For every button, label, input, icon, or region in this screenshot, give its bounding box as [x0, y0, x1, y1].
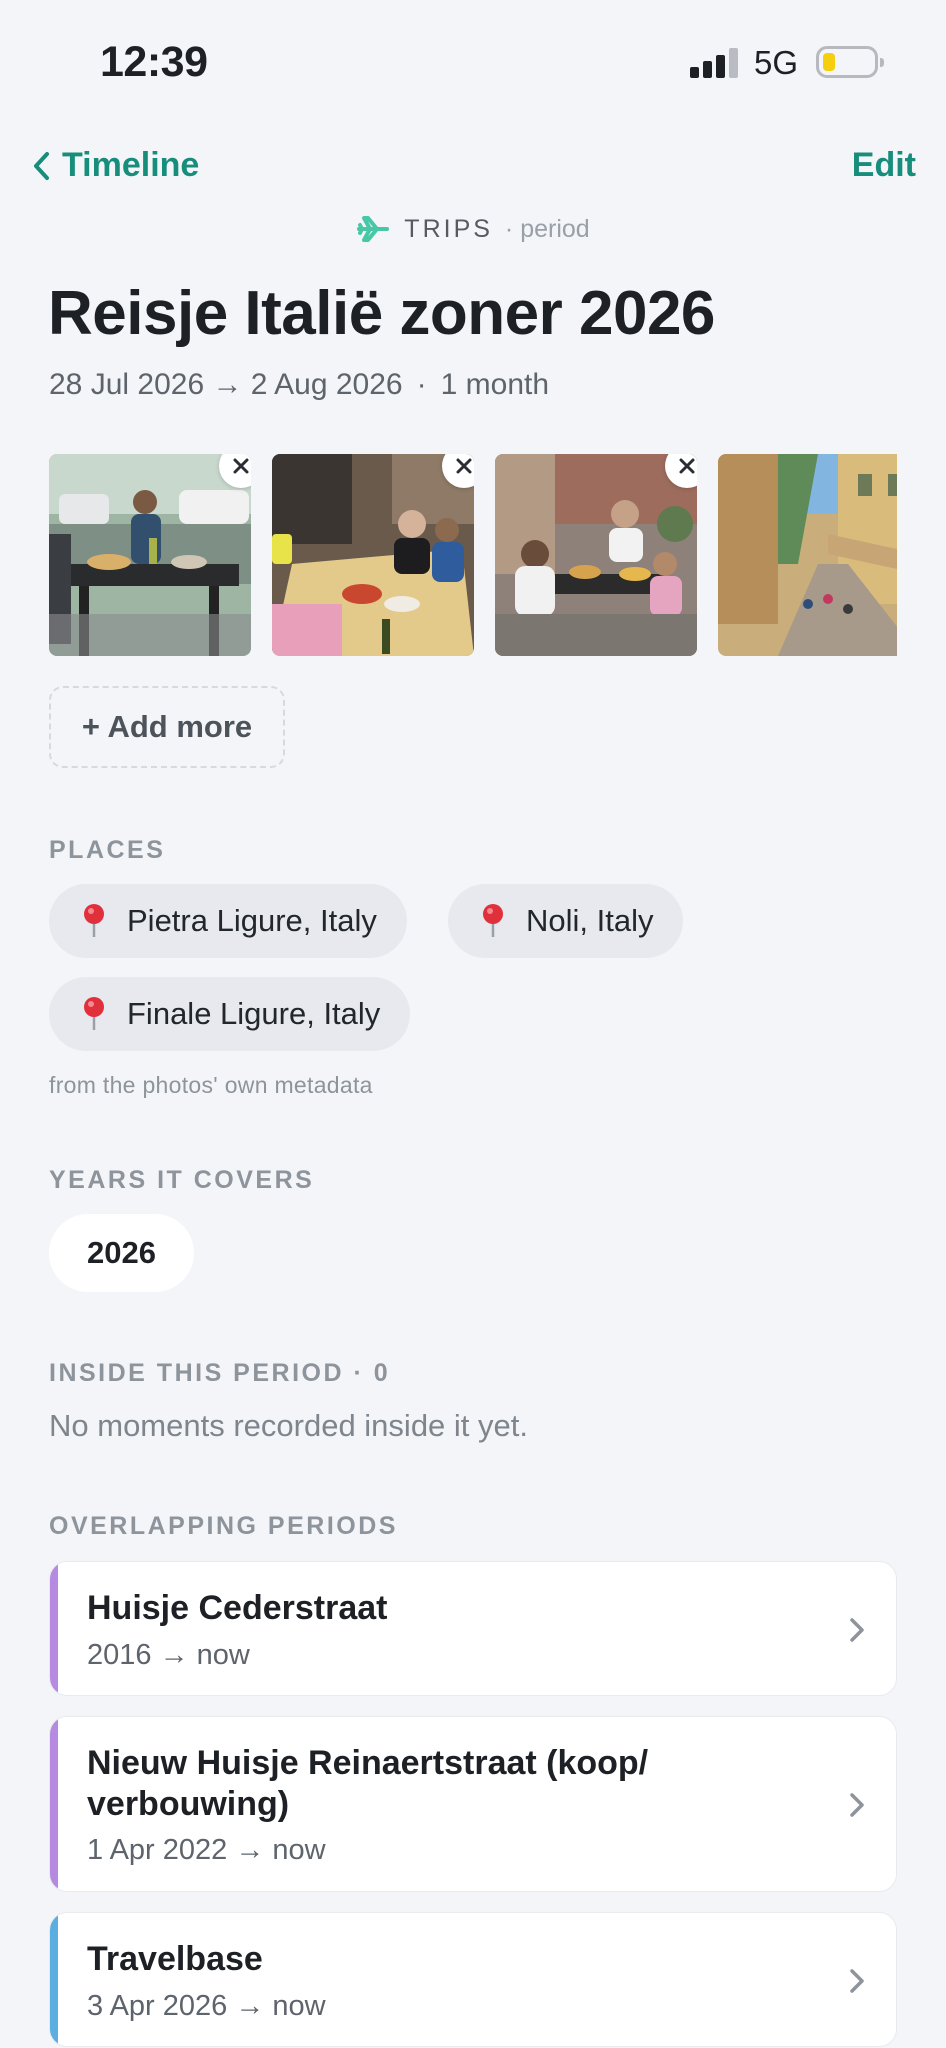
place-chip[interactable]: Pietra Ligure, Italy: [49, 884, 407, 958]
year-chip[interactable]: 2026: [49, 1214, 194, 1292]
chevron-left-icon: [34, 151, 49, 180]
period-category: TRIPS · period: [0, 212, 946, 246]
period-color-bar: [50, 1562, 58, 1695]
overlapping-period-card[interactable]: Nieuw Huisje Reinaertstraat (koop/ verbo…: [49, 1716, 897, 1892]
close-icon: [233, 458, 249, 474]
period-detail-screen: 12:39 5G Timeline Edit TRIPS · period Re…: [0, 0, 946, 2048]
pin-icon: [84, 997, 104, 1030]
period-card-title: Nieuw Huisje Reinaertstraat (koop/ verbo…: [87, 1743, 648, 1825]
add-more-button[interactable]: + Add more: [49, 686, 285, 768]
back-button[interactable]: Timeline: [30, 146, 199, 185]
photo-thumbnail[interactable]: [272, 454, 474, 656]
page-title: Reisje Italië zoner 2026: [48, 279, 715, 348]
period-card-range: 3 Apr 2026 → now: [87, 1990, 326, 2022]
photo-image: [272, 454, 474, 656]
category-label: TRIPS: [404, 214, 493, 243]
period-dates: 28 Jul 2026 → 2 Aug 2026 · 1 month: [49, 368, 549, 402]
back-button-label: Timeline: [62, 146, 200, 184]
separator-dot: ·: [416, 368, 427, 401]
photo-thumbnail[interactable]: [49, 454, 251, 656]
place-chip[interactable]: Noli, Italy: [448, 884, 684, 958]
photo-thumbnail[interactable]: [495, 454, 697, 656]
place-chip-label: Noli, Italy: [526, 903, 654, 938]
overlapping-period-card[interactable]: Huisje Cederstraat 2016 → now: [49, 1561, 897, 1696]
photo-image: [495, 454, 697, 656]
close-icon: [679, 458, 695, 474]
period-card-title: Huisje Cederstraat: [87, 1589, 388, 1627]
chevron-right-icon: [850, 1618, 864, 1642]
period-card-title: Travelbase: [87, 1940, 263, 1978]
battery-icon: [816, 46, 884, 78]
overlapping-periods-section-label: OVERLAPPING PERIODS: [49, 1512, 398, 1540]
edit-button[interactable]: Edit: [852, 146, 916, 185]
period-color-bar: [50, 1913, 58, 2046]
places-source-note: from the photos' own metadata: [49, 1072, 373, 1098]
photo-thumbnail[interactable]: [718, 454, 897, 656]
signal-strength-icon: [690, 48, 740, 78]
place-chip-label: Finale Ligure, Italy: [127, 996, 381, 1031]
category-type: · period: [504, 214, 590, 243]
overlapping-period-card[interactable]: Travelbase 3 Apr 2026 → now: [49, 1912, 897, 2047]
place-chip-label: Pietra Ligure, Italy: [127, 903, 377, 938]
pin-icon: [483, 904, 503, 937]
chevron-right-icon: [850, 1793, 864, 1817]
photo-strip[interactable]: [49, 454, 897, 656]
close-icon: [456, 458, 472, 474]
period-card-title-line: Nieuw Huisje Reinaertstraat (koop/: [87, 1744, 649, 1782]
chevron-right-icon: [850, 1969, 864, 1993]
photo-image: [718, 454, 897, 656]
photo-image: [49, 454, 251, 656]
period-card-title-line: verbouwing): [87, 1785, 290, 1823]
place-chip[interactable]: Finale Ligure, Italy: [49, 977, 411, 1051]
inside-period-section-label: INSIDE THIS PERIOD · 0: [49, 1359, 391, 1387]
years-section-label: YEARS IT COVERS: [49, 1166, 315, 1194]
pin-icon: [84, 904, 104, 937]
empty-moments-text: No moments recorded inside it yet.: [49, 1408, 528, 1443]
duration: 1 month: [440, 368, 550, 401]
date-range: 28 Jul 2026 → 2 Aug 2026: [49, 368, 403, 401]
period-card-range: 1 Apr 2022 → now: [87, 1834, 326, 1866]
status-time: 12:39: [100, 38, 208, 86]
period-color-bar: [50, 1717, 58, 1891]
places-section-label: PLACES: [49, 836, 166, 864]
airplane-icon: [357, 216, 390, 242]
status-bar: 12:39 5G: [0, 0, 946, 120]
period-card-range: 2016 → now: [87, 1639, 250, 1671]
network-type: 5G: [754, 44, 799, 81]
